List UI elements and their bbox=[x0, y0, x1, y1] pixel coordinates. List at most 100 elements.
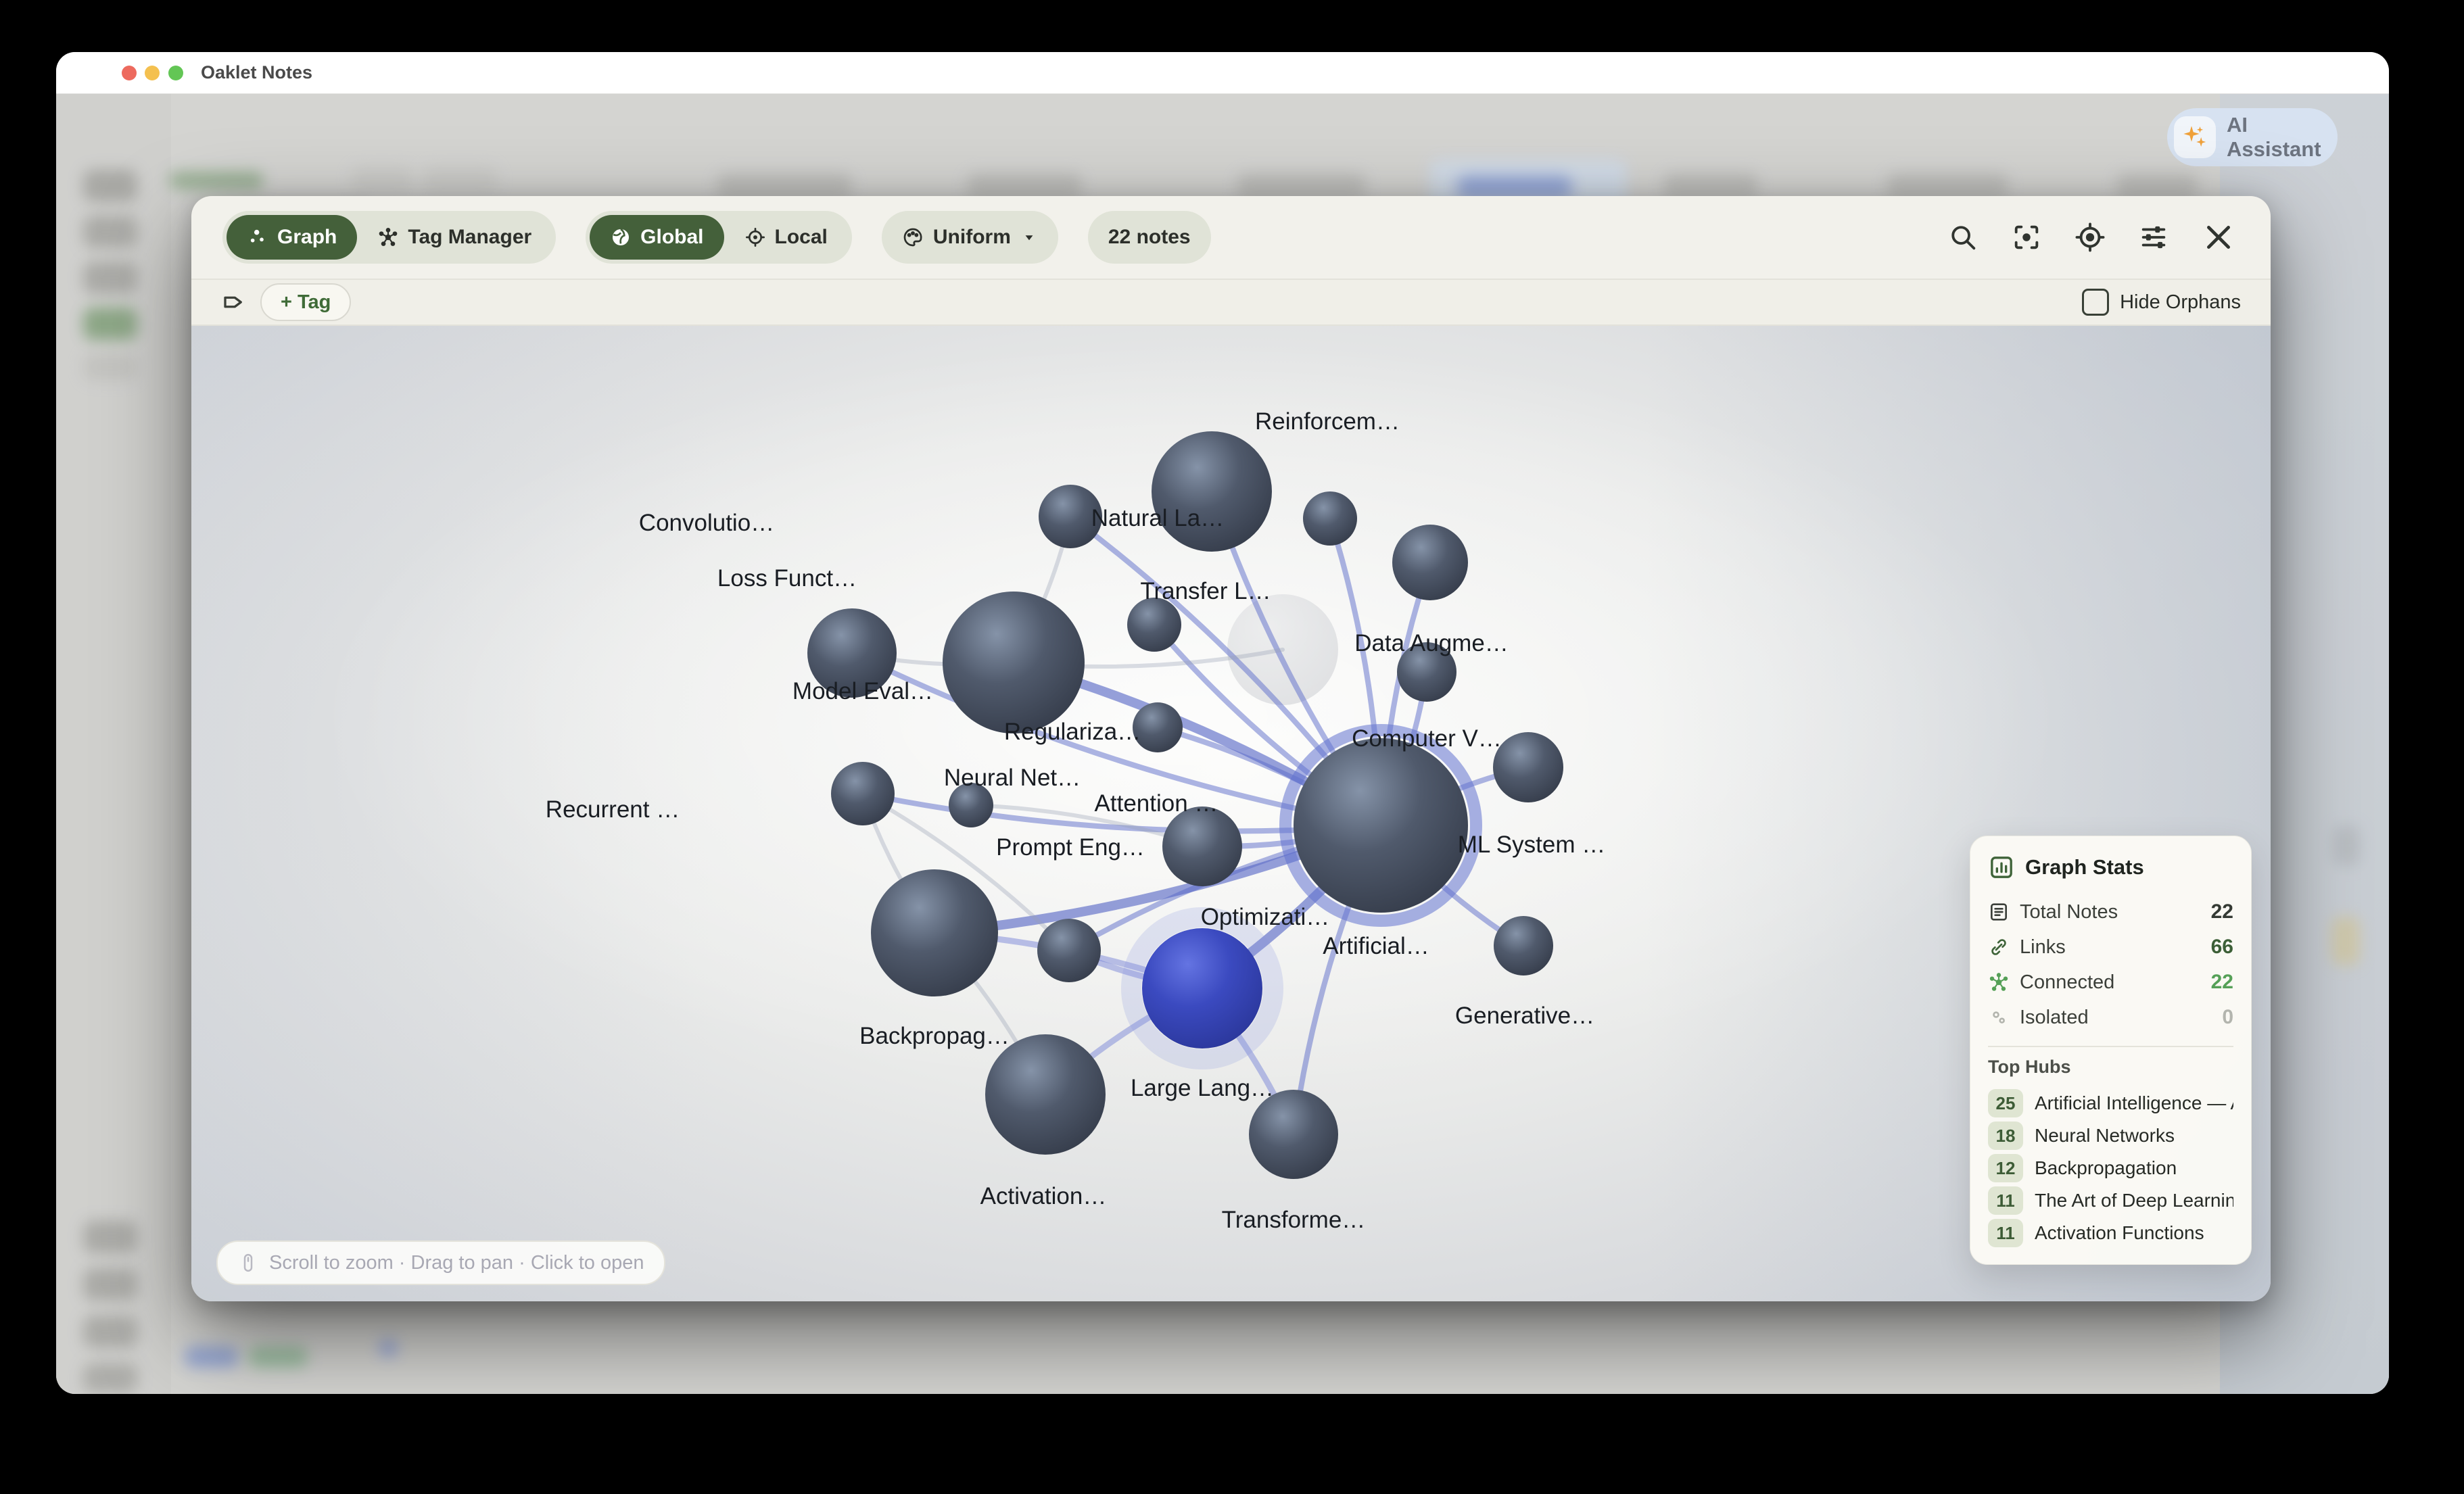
node-label: Optimizati… bbox=[1201, 904, 1330, 930]
note-node-n14[interactable] bbox=[1493, 732, 1563, 802]
note-node-n12[interactable] bbox=[1162, 806, 1242, 886]
tab-tag-manager-label: Tag Manager bbox=[408, 226, 531, 249]
stat-links: Links 66 bbox=[1988, 930, 2233, 965]
crosshair-icon bbox=[744, 226, 766, 248]
search-icon[interactable] bbox=[1947, 222, 1979, 253]
note-node-n8[interactable] bbox=[943, 592, 1085, 733]
tag-icon bbox=[221, 290, 245, 314]
knowledge-graph[interactable]: Reinforcem…Natural La…Convolutio…Transfe… bbox=[191, 326, 2271, 1301]
stat-total-notes: Total Notes 22 bbox=[1988, 894, 2233, 930]
isolated-nodes-icon bbox=[1988, 1007, 2010, 1028]
node-label: Recurrent … bbox=[546, 796, 680, 823]
focus-scan-icon[interactable] bbox=[2011, 222, 2042, 253]
node-label: Regulariza… bbox=[1004, 719, 1141, 745]
chevron-down-icon bbox=[1020, 228, 1038, 246]
note-node-n1[interactable] bbox=[1152, 431, 1272, 552]
ai-assistant-label: AI Assistant bbox=[2227, 113, 2331, 162]
tag-network-icon bbox=[377, 226, 399, 248]
close-icon[interactable] bbox=[2202, 220, 2235, 254]
node-label: Backpropag… bbox=[859, 1023, 1010, 1049]
node-label: Large Lang… bbox=[1131, 1075, 1274, 1101]
center-target-icon[interactable] bbox=[2075, 222, 2106, 253]
tab-local-label: Local bbox=[775, 226, 828, 249]
window-title: Oaklet Notes bbox=[201, 62, 312, 83]
node-label: Neural Net… bbox=[944, 765, 1081, 791]
globe-icon bbox=[610, 226, 632, 248]
note-node-n13[interactable] bbox=[1037, 919, 1101, 982]
node-label: Generative… bbox=[1455, 1003, 1594, 1029]
hub-count-badge: 11 bbox=[1988, 1186, 2023, 1215]
window-titlebar: Oaklet Notes bbox=[56, 52, 2389, 94]
tag-bar: + Tag Hide Orphans bbox=[191, 280, 2271, 326]
note-node-sel[interactable] bbox=[1142, 928, 1262, 1049]
minimize-traffic-light[interactable] bbox=[145, 66, 160, 80]
stats-divider bbox=[1988, 1046, 2233, 1047]
scope-switch: Global Local bbox=[586, 211, 852, 264]
tab-global[interactable]: Global bbox=[590, 215, 724, 260]
tab-graph[interactable]: Graph bbox=[227, 215, 357, 260]
app-window: Oaklet Notes AI Assistant bbox=[56, 52, 2389, 1394]
settings-sliders-icon[interactable] bbox=[2138, 222, 2169, 253]
bar-chart-icon bbox=[1988, 854, 2015, 881]
graph-stats-header: Graph Stats bbox=[1988, 854, 2233, 881]
add-tag-button[interactable]: + Tag bbox=[260, 283, 351, 321]
node-label: Prompt Eng… bbox=[996, 834, 1145, 861]
ai-assistant-button[interactable]: AI Assistant bbox=[2167, 108, 2338, 166]
top-hub-item[interactable]: 12 Backpropagation bbox=[1988, 1152, 2233, 1184]
node-label: Transforme… bbox=[1222, 1207, 1366, 1233]
hide-orphans-label: Hide Orphans bbox=[2120, 291, 2241, 314]
hub-count-badge: 25 bbox=[1988, 1089, 2023, 1117]
color-mode-value: Uniform bbox=[933, 226, 1011, 249]
note-node-n18[interactable] bbox=[1249, 1090, 1338, 1179]
hide-orphans-checkbox[interactable] bbox=[2082, 289, 2109, 316]
node-label: ML System … bbox=[1458, 832, 1605, 858]
hide-orphans-control[interactable]: Hide Orphans bbox=[2082, 289, 2241, 316]
note-node-n16[interactable] bbox=[871, 869, 998, 996]
stat-connected: Connected 22 bbox=[1988, 965, 2233, 1000]
color-mode-dropdown[interactable]: Uniform bbox=[882, 211, 1058, 264]
graph-stats-panel: Graph Stats Total Notes 22 bbox=[1970, 836, 2252, 1265]
node-label: Data Augme… bbox=[1354, 630, 1509, 656]
node-label: Model Eval… bbox=[792, 678, 933, 704]
node-label: Loss Funct… bbox=[717, 565, 857, 592]
top-hub-item[interactable]: 11 The Art of Deep Learning bbox=[1988, 1184, 2233, 1217]
toolbar-actions bbox=[1947, 220, 2240, 254]
node-label: Reinforcem… bbox=[1255, 408, 1400, 435]
tab-tag-manager[interactable]: Tag Manager bbox=[357, 215, 552, 260]
close-traffic-light[interactable] bbox=[122, 66, 137, 80]
canvas-hint: Scroll to zoom · Drag to pan · Click to … bbox=[216, 1240, 665, 1285]
node-label: Natural La… bbox=[1091, 505, 1224, 531]
note-node-n17[interactable] bbox=[985, 1034, 1106, 1155]
mouse-icon bbox=[238, 1253, 258, 1273]
view-switch: Graph Tag Manager bbox=[222, 211, 556, 264]
note-node-hub[interactable] bbox=[1294, 738, 1468, 913]
note-node-n15[interactable] bbox=[1494, 916, 1553, 975]
notes-count-label: 22 notes bbox=[1108, 226, 1191, 249]
hint-text: Scroll to zoom · Drag to pan · Click to … bbox=[269, 1252, 644, 1274]
note-node-n2[interactable] bbox=[1303, 491, 1357, 546]
graph-canvas[interactable]: Reinforcem…Natural La…Convolutio…Transfe… bbox=[191, 326, 2271, 1301]
notes-count-badge: 22 notes bbox=[1088, 211, 1211, 264]
palette-icon bbox=[902, 226, 924, 248]
hub-count-badge: 12 bbox=[1988, 1154, 2023, 1182]
link-icon bbox=[1988, 936, 2010, 958]
note-node-n9[interactable] bbox=[831, 762, 895, 825]
hub-count-badge: 18 bbox=[1988, 1122, 2023, 1150]
note-node-n3[interactable] bbox=[1392, 525, 1468, 600]
node-label: Artificial… bbox=[1323, 933, 1429, 959]
note-node-n5[interactable] bbox=[1127, 598, 1181, 652]
hub-count-badge: 11 bbox=[1988, 1219, 2023, 1247]
node-label: Computer V… bbox=[1352, 725, 1502, 752]
top-hub-item[interactable]: 25 Artificial Intelligence — A Mo… bbox=[1988, 1087, 2233, 1119]
tab-local[interactable]: Local bbox=[724, 215, 848, 260]
node-label: Transfer L… bbox=[1140, 578, 1271, 604]
tab-global-label: Global bbox=[640, 226, 703, 249]
graph-view-modal: Graph Tag Manager bbox=[191, 196, 2271, 1301]
zoom-traffic-light[interactable] bbox=[168, 66, 183, 80]
add-tag-label: + Tag bbox=[281, 291, 331, 314]
top-hub-item[interactable]: 18 Neural Networks bbox=[1988, 1119, 2233, 1152]
node-label: Attention … bbox=[1095, 790, 1218, 817]
top-hubs-title: Top Hubs bbox=[1988, 1057, 2233, 1078]
graph-icon bbox=[247, 226, 268, 248]
top-hub-item[interactable]: 11 Activation Functions bbox=[1988, 1217, 2233, 1249]
